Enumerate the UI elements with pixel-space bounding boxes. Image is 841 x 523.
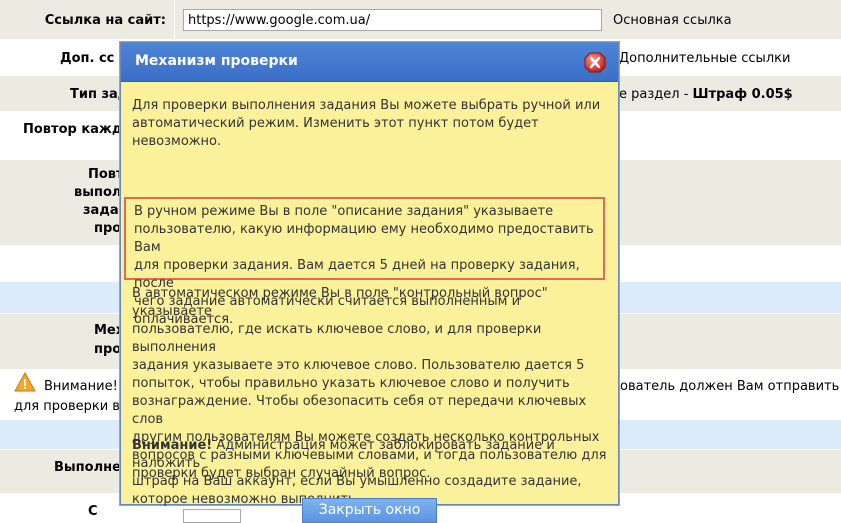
site-link-hint: Основная ссылка — [613, 13, 732, 28]
check-label-4: про — [94, 221, 122, 236]
intro-line-2: автоматический режим. Изменить этот пунк… — [132, 116, 539, 131]
bottom-input[interactable] — [183, 509, 241, 523]
mechanism-label-2: про — [94, 342, 122, 357]
extra-links-hint: Дополнительные ссылки — [619, 51, 791, 66]
warning-line-1: Внимание! Администрация может заблокиров… — [132, 437, 610, 473]
auto-line-4: попыток, чтобы правильно указать ключево… — [132, 376, 570, 391]
intro-line-1: Для проверки выполнения задания Вы может… — [132, 98, 601, 113]
check-label-1: Повт — [88, 167, 124, 182]
modal-header: Механизм проверки — [121, 43, 618, 82]
warning-line2: для проверки в — [14, 399, 120, 414]
manual-line-2: пользователю, какую информацию ему необх… — [134, 222, 594, 255]
intro-line-3: невозможно. — [132, 134, 222, 149]
close-icon[interactable] — [584, 52, 606, 73]
site-link-label: Ссылка на сайт: — [44, 13, 166, 28]
warning-label: Внимание! — [44, 379, 118, 394]
warning-line-2: штраф на Ваш аккаунт, если Вы умышленно … — [132, 474, 582, 489]
auto-line-1: В автоматическом режиме Вы в поле "контр… — [132, 286, 548, 319]
warning-tail-text: ователь должен Вам отправить — [620, 379, 840, 394]
modal-body: Для проверки выполнения задания Вы может… — [121, 82, 618, 523]
penalty-text: Штраф 0.05$ — [692, 87, 793, 102]
check-mechanism-modal: Механизм проверки Для проверки выполнени… — [120, 42, 619, 523]
modal-title: Механизм проверки — [135, 53, 298, 69]
modal-paragraph-manual: В ручном режиме Вы в поле "описание зада… — [124, 197, 605, 327]
warning-icon — [14, 372, 36, 392]
task-type-hint: е раздел - Штраф 0.05$ — [619, 87, 793, 102]
modal-paragraph-intro: Для проверки выполнения задания Вы может… — [132, 97, 610, 151]
auto-line-3: задания указываете это ключевое слово. П… — [132, 358, 585, 373]
auto-line-5: вознаграждение. Чтобы обезопасить себя о… — [132, 394, 587, 427]
extra-links-label: Доп. сс — [60, 51, 115, 66]
done-label: Выполне — [54, 460, 121, 475]
manual-line-1: В ручном режиме Вы в поле "описание зада… — [134, 204, 554, 219]
auto-line-2: пользователю, где искать ключевое слово,… — [132, 322, 542, 355]
site-link-input[interactable] — [183, 9, 602, 31]
repeat-label: Повтор кажд — [23, 122, 123, 137]
check-label-2: выпол — [74, 185, 122, 200]
form-row-site-link: Ссылка на сайт: Основная ссылка — [0, 0, 841, 40]
close-window-button[interactable]: Закрыть окно — [302, 498, 437, 523]
task-type-hint-text: е раздел - — [619, 87, 693, 102]
check-label-3: зада — [83, 203, 119, 218]
warning-bold: Внимание! — [132, 438, 213, 453]
bottom-label: С — [88, 504, 98, 519]
